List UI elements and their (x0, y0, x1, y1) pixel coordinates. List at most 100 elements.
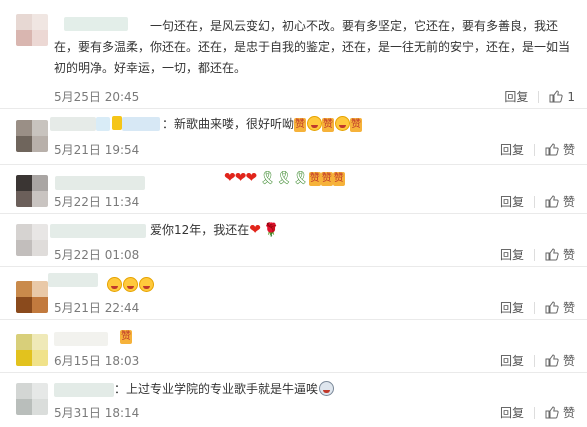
reply-button[interactable]: 回复 (500, 193, 524, 210)
reply-button[interactable]: 回复 (500, 299, 524, 316)
comment-item: 赞 6月15日 18:03 回复 赞 (0, 320, 587, 373)
comment-item: ：上过专业学院的专业歌手就是牛逼唉 5月31日 18:14 回复 赞 (0, 373, 587, 427)
thumbs-up-icon (545, 195, 559, 208)
comment-date: 6月15日 18:03 (54, 354, 140, 368)
like-label: 赞 (562, 301, 575, 315)
reply-button[interactable]: 回复 (500, 352, 524, 369)
comment-date: 5月22日 11:34 (54, 195, 140, 209)
comment-actions: 回复 1 (504, 88, 575, 105)
divider (533, 195, 535, 208)
username[interactable] (48, 273, 98, 287)
like-label: 赞 (562, 248, 575, 262)
comment-text-line: 赞 (120, 326, 132, 347)
comment-text: 爱你12年，我还在 (150, 223, 250, 237)
thumbs-up-icon (545, 301, 559, 314)
zan-badge-icon: 赞 (294, 118, 307, 132)
comment-date: 5月21日 19:54 (54, 143, 140, 157)
comment-text: ：上过专业学院的专业歌手就是牛逼唉 (114, 382, 319, 396)
comment-text-line: ：上过专业学院的专业歌手就是牛逼唉 (114, 379, 335, 400)
zan-badge-icon: 赞 (308, 172, 321, 186)
avatar[interactable] (16, 224, 48, 256)
comment-text-line: 爱你12年，我还在❤ 🌹 (150, 220, 279, 241)
username-badge (96, 117, 110, 131)
comment-list: 一句还在，是风云变幻，初心不改。要有多坚定，它还在，要有多善良，我还在，要有多温… (0, 0, 587, 427)
comment-date: 5月22日 01:08 (54, 248, 140, 262)
comment-actions: 回复 赞 (500, 193, 575, 210)
username-extra (122, 117, 160, 131)
avatar[interactable] (16, 14, 48, 46)
comment-item: ❤❤❤ 🎗🎗🎗赞赞赞 5月22日 11:34 回复 赞 (0, 165, 587, 214)
like-label: 赞 (562, 195, 575, 209)
rose-icon: 🌹 (263, 223, 280, 238)
comment-actions: 回复 赞 (500, 246, 575, 263)
comment-actions: 回复 赞 (500, 299, 575, 316)
member-badge (112, 116, 122, 130)
username[interactable] (50, 117, 96, 131)
thumbs-up-icon (545, 248, 559, 261)
like-label: 赞 (562, 406, 575, 420)
emoji-face-icon (107, 277, 122, 292)
reply-button[interactable]: 回复 (504, 88, 528, 105)
reply-button[interactable]: 回复 (500, 404, 524, 421)
comment-text-line: ❤❤❤ 🎗🎗🎗赞赞赞 (224, 168, 345, 189)
divider (533, 248, 535, 261)
zan-badge-icon: 赞 (332, 172, 345, 186)
reply-button[interactable]: 回复 (500, 246, 524, 263)
thumbs-up-icon (545, 354, 559, 367)
zan-badge-icon: 赞 (120, 330, 132, 344)
emoji-face-icon (335, 116, 351, 131)
comment-actions: 回复 赞 (500, 352, 575, 369)
comment-item: 5月21日 22:44 回复 赞 (0, 267, 587, 320)
zan-badge-icon: 赞 (350, 118, 363, 132)
comment-actions: 回复 赞 (500, 141, 575, 158)
like-count: 1 (567, 89, 575, 104)
reply-button[interactable]: 回复 (500, 141, 524, 158)
comment-date: 5月25日 20:45 (54, 90, 140, 104)
comment-date: 5月21日 22:44 (54, 301, 140, 315)
heart-icon: ❤❤❤ (224, 170, 257, 186)
like-label: 赞 (562, 354, 575, 368)
thumbs-up-icon (549, 90, 564, 103)
emoji-face-icon (307, 116, 323, 131)
avatar[interactable] (16, 281, 48, 313)
comment-text-line (106, 275, 154, 296)
avatar[interactable] (16, 175, 48, 207)
thumbs-up-icon (545, 143, 559, 156)
divider (533, 301, 535, 314)
divider (533, 143, 535, 156)
comment-actions: 回复 赞 (500, 404, 575, 421)
emoji-face-icon (139, 277, 154, 292)
like-button[interactable]: 赞 (545, 352, 575, 369)
like-button[interactable]: 赞 (545, 193, 575, 210)
divider (533, 406, 535, 419)
avatar[interactable] (16, 334, 48, 366)
comment-item: 一句还在，是风云变幻，初心不改。要有多坚定，它还在，要有多善良，我还在，要有多温… (0, 0, 587, 109)
divider (533, 354, 535, 367)
emoji-face-icon (123, 277, 138, 292)
like-button[interactable]: 赞 (545, 404, 575, 421)
avatar[interactable] (16, 120, 48, 152)
comment-text: 一句还在，是风云变幻，初心不改。要有多坚定，它还在，要有多善良，我还在，要有多温… (54, 19, 571, 75)
emoji-face-icon (319, 381, 335, 396)
zan-badge-icon: 赞 (320, 172, 333, 186)
username[interactable] (50, 224, 146, 238)
comment-item: ：新歌曲来喽，很好听呦赞赞赞 5月21日 19:54 回复 赞 (0, 109, 587, 165)
like-label: 赞 (562, 143, 575, 157)
comment-text: ：新歌曲来喽，很好听呦 (162, 117, 295, 131)
comment-text-line: ：新歌曲来喽，很好听呦赞赞赞 (162, 114, 363, 135)
avatar[interactable] (16, 383, 48, 415)
like-button[interactable]: 赞 (545, 299, 575, 316)
like-button[interactable]: 赞 (545, 141, 575, 158)
username[interactable] (54, 383, 114, 397)
like-button[interactable]: 赞 (545, 246, 575, 263)
green-ribbon-icon: 🎗🎗🎗 (259, 171, 309, 186)
comment-date: 5月31日 18:14 (54, 406, 140, 420)
thumbs-up-icon (545, 406, 559, 419)
divider (538, 90, 540, 103)
username[interactable] (54, 332, 108, 346)
heart-icon: ❤ (249, 222, 261, 238)
comment-item: 爱你12年，我还在❤ 🌹 5月22日 01:08 回复 赞 (0, 214, 587, 267)
zan-badge-icon: 赞 (322, 118, 335, 132)
username[interactable] (55, 176, 145, 190)
like-button[interactable]: 1 (549, 90, 575, 104)
